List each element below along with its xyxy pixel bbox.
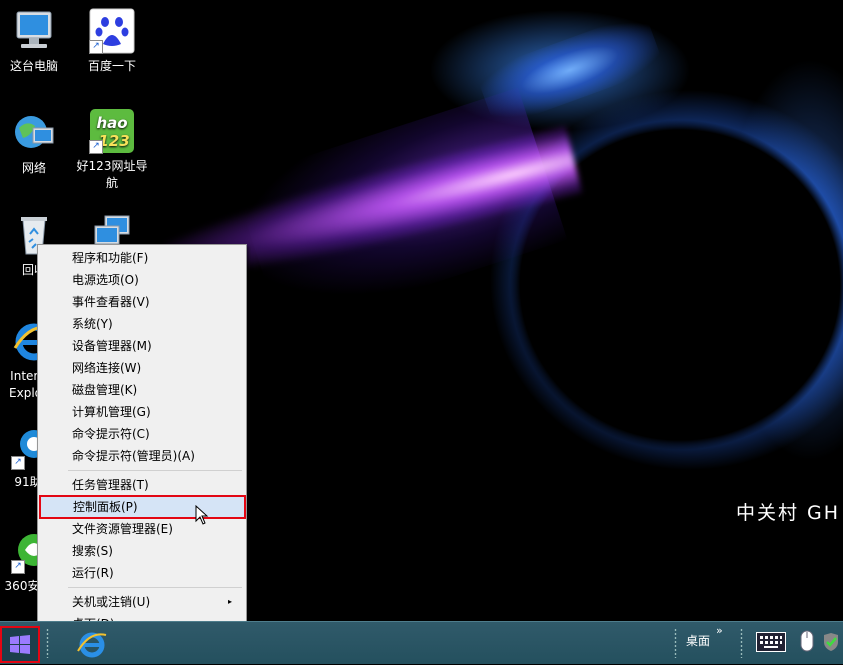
shortcut-arrow-icon: ↗ — [11, 560, 25, 574]
menu-separator — [68, 587, 242, 588]
shield-check-icon[interactable] — [822, 632, 840, 656]
menu-item-label: 任务管理器(T) — [72, 478, 149, 492]
menu-item-label: 搜索(S) — [72, 544, 113, 558]
shortcut-arrow-icon: ↗ — [89, 40, 103, 54]
windows-logo-icon — [10, 635, 30, 654]
desktop-icon-label: 百度一下 — [87, 59, 136, 73]
menu-item-label: 命令提示符(管理员)(A) — [72, 449, 195, 463]
menu-item-label: 关机或注销(U) — [72, 595, 151, 609]
desktop-toolbar-label[interactable]: 桌面 — [686, 632, 710, 649]
taskbar-grip[interactable] — [740, 628, 743, 658]
wallpaper-streak-blue — [475, 11, 665, 129]
menu-item-disk-management[interactable]: 磁盘管理(K) — [40, 380, 242, 400]
menu-item-label: 系统(Y) — [72, 317, 113, 331]
desktop-icon-this-pc[interactable]: 这台电脑 — [0, 8, 70, 75]
taskbar-grip[interactable] — [46, 628, 49, 658]
menu-item-label: 网络连接(W) — [72, 361, 142, 375]
menu-item-label: 运行(R) — [72, 566, 114, 580]
menu-item-file-explorer[interactable]: 文件资源管理器(E) — [40, 519, 242, 539]
baidu-paw-icon: ↗ — [89, 8, 135, 54]
menu-item-command-prompt-admin[interactable]: 命令提示符(管理员)(A) — [40, 446, 242, 466]
menu-item-label: 计算机管理(G) — [72, 405, 151, 419]
desktop-icon-label: 网络 — [21, 161, 46, 175]
menu-item-label: 设备管理器(M) — [72, 339, 152, 353]
menu-item-label: 文件资源管理器(E) — [72, 522, 173, 536]
menu-item-computer-management[interactable]: 计算机管理(G) — [40, 402, 242, 422]
menu-item-shutdown-signout[interactable]: 关机或注销(U) ▸ — [40, 592, 242, 612]
desktop-icon-baidu[interactable]: ↗ 百度一下 — [76, 8, 148, 75]
menu-item-event-viewer[interactable]: 事件查看器(V) — [40, 292, 242, 312]
taskbar: 桌面 » — [0, 621, 843, 664]
menu-item-label: 电源选项(O) — [72, 273, 139, 287]
menu-item-run[interactable]: 运行(R) — [40, 563, 242, 583]
network-globe-icon — [11, 110, 57, 156]
menu-item-control-panel[interactable]: 控制面板(P) — [39, 495, 246, 525]
desktop-icon-label: 这台电脑 — [9, 59, 58, 73]
desktop-icon-network[interactable]: 网络 — [0, 110, 70, 177]
wallpaper-brand-text: 中关村 GH — [736, 502, 841, 524]
svg-text:hao: hao — [96, 114, 127, 132]
svg-text:123: 123 — [98, 132, 129, 150]
menu-item-label: 程序和功能(F) — [72, 251, 149, 265]
menu-item-search[interactable]: 搜索(S) — [40, 541, 242, 561]
menu-item-label: 事件查看器(V) — [72, 295, 150, 309]
keyboard-icon[interactable] — [756, 632, 786, 652]
shortcut-arrow-icon: ↗ — [11, 456, 25, 470]
menu-item-label: 控制面板(P) — [73, 500, 138, 514]
menu-item-task-manager[interactable]: 任务管理器(T) — [40, 475, 242, 495]
winx-context-menu: 程序和功能(F) 电源选项(O) 事件查看器(V) 系统(Y) 设备管理器(M)… — [37, 244, 247, 638]
shortcut-arrow-icon: ↗ — [89, 140, 103, 154]
mouse-icon[interactable] — [800, 630, 814, 656]
taskbar-grip[interactable] — [674, 628, 677, 658]
submenu-arrow-icon: ▸ — [227, 597, 232, 606]
desktop-icon-hao123[interactable]: hao 123 ↗ 好123网址导航 — [76, 108, 148, 192]
menu-item-label: 磁盘管理(K) — [72, 383, 138, 397]
menu-item-power-options[interactable]: 电源选项(O) — [40, 270, 242, 290]
menu-item-programs-features[interactable]: 程序和功能(F) — [40, 248, 242, 268]
internet-explorer-icon — [77, 632, 107, 658]
taskbar-pinned-internet-explorer[interactable] — [76, 627, 108, 659]
menu-item-network-connections[interactable]: 网络连接(W) — [40, 358, 242, 378]
menu-item-command-prompt[interactable]: 命令提示符(C) — [40, 424, 242, 444]
menu-item-device-manager[interactable]: 设备管理器(M) — [40, 336, 242, 356]
start-button[interactable] — [0, 626, 40, 663]
computer-icon — [11, 8, 57, 54]
menu-item-label: 命令提示符(C) — [72, 427, 150, 441]
desktop-icon-label: 好123网址导航 — [76, 159, 148, 190]
toolbar-chevron-icon[interactable]: » — [716, 624, 723, 637]
menu-item-system[interactable]: 系统(Y) — [40, 314, 242, 334]
menu-separator — [68, 470, 242, 471]
hao123-icon: hao 123 ↗ — [89, 108, 135, 154]
